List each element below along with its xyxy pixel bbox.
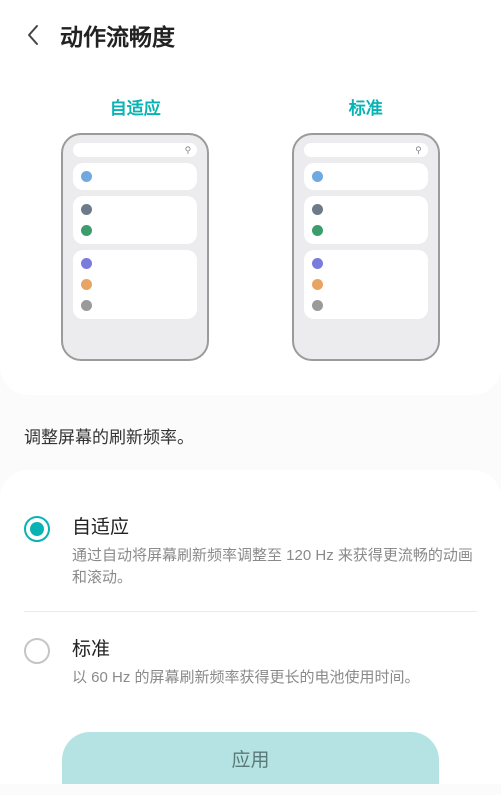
options-list: 自适应 通过自动将屏幕刷新频率调整至 120 Hz 来获得更流畅的动画和滚动。 …: [0, 470, 501, 784]
dot-icon: [81, 300, 92, 311]
search-bar-icon: ⚲: [73, 143, 197, 157]
section-subheading: 调整屏幕的刷新频率。: [0, 395, 501, 470]
apply-button[interactable]: 应用: [62, 732, 439, 784]
phone-illustration-standard: ⚲: [292, 133, 440, 361]
dot-icon: [312, 300, 323, 311]
card: [73, 163, 197, 190]
preview-standard[interactable]: 标准 ⚲: [255, 94, 476, 361]
card: [304, 196, 428, 244]
dot-icon: [81, 171, 92, 182]
option-title: 自适应: [72, 512, 477, 539]
dot-icon: [81, 258, 92, 269]
header: 动作流畅度: [0, 0, 501, 66]
preview-label-adaptive: 自适应: [110, 94, 161, 119]
dot-icon: [312, 204, 323, 215]
radio-standard[interactable]: [24, 638, 50, 664]
dot-icon: [312, 258, 323, 269]
card: [304, 250, 428, 319]
dot-icon: [312, 171, 323, 182]
search-bar-icon: ⚲: [304, 143, 428, 157]
dot-icon: [81, 279, 92, 290]
page-title: 动作流畅度: [60, 18, 175, 52]
radio-adaptive[interactable]: [24, 516, 50, 542]
option-title: 标准: [72, 634, 477, 661]
dot-icon: [312, 279, 323, 290]
preview-panel: 自适应 ⚲ 标准 ⚲: [0, 66, 501, 395]
option-desc: 通过自动将屏幕刷新频率调整至 120 Hz 来获得更流畅的动画和滚动。: [72, 545, 477, 589]
card: [73, 250, 197, 319]
dot-icon: [312, 225, 323, 236]
option-standard[interactable]: 标准 以 60 Hz 的屏幕刷新频率获得更长的电池使用时间。: [24, 611, 477, 711]
option-body: 自适应 通过自动将屏幕刷新频率调整至 120 Hz 来获得更流畅的动画和滚动。: [72, 512, 477, 589]
dot-icon: [81, 204, 92, 215]
back-icon[interactable]: [20, 22, 46, 48]
preview-adaptive[interactable]: 自适应 ⚲: [25, 94, 246, 361]
card: [304, 163, 428, 190]
dot-icon: [81, 225, 92, 236]
magnifier-icon: ⚲: [185, 146, 192, 155]
card: [73, 196, 197, 244]
phone-illustration-adaptive: ⚲: [61, 133, 209, 361]
preview-label-standard: 标准: [349, 94, 383, 119]
option-body: 标准 以 60 Hz 的屏幕刷新频率获得更长的电池使用时间。: [72, 634, 477, 689]
magnifier-icon: ⚲: [415, 146, 422, 155]
option-desc: 以 60 Hz 的屏幕刷新频率获得更长的电池使用时间。: [72, 667, 477, 689]
option-adaptive[interactable]: 自适应 通过自动将屏幕刷新频率调整至 120 Hz 来获得更流畅的动画和滚动。: [24, 490, 477, 611]
apply-wrap: 应用: [24, 710, 477, 784]
